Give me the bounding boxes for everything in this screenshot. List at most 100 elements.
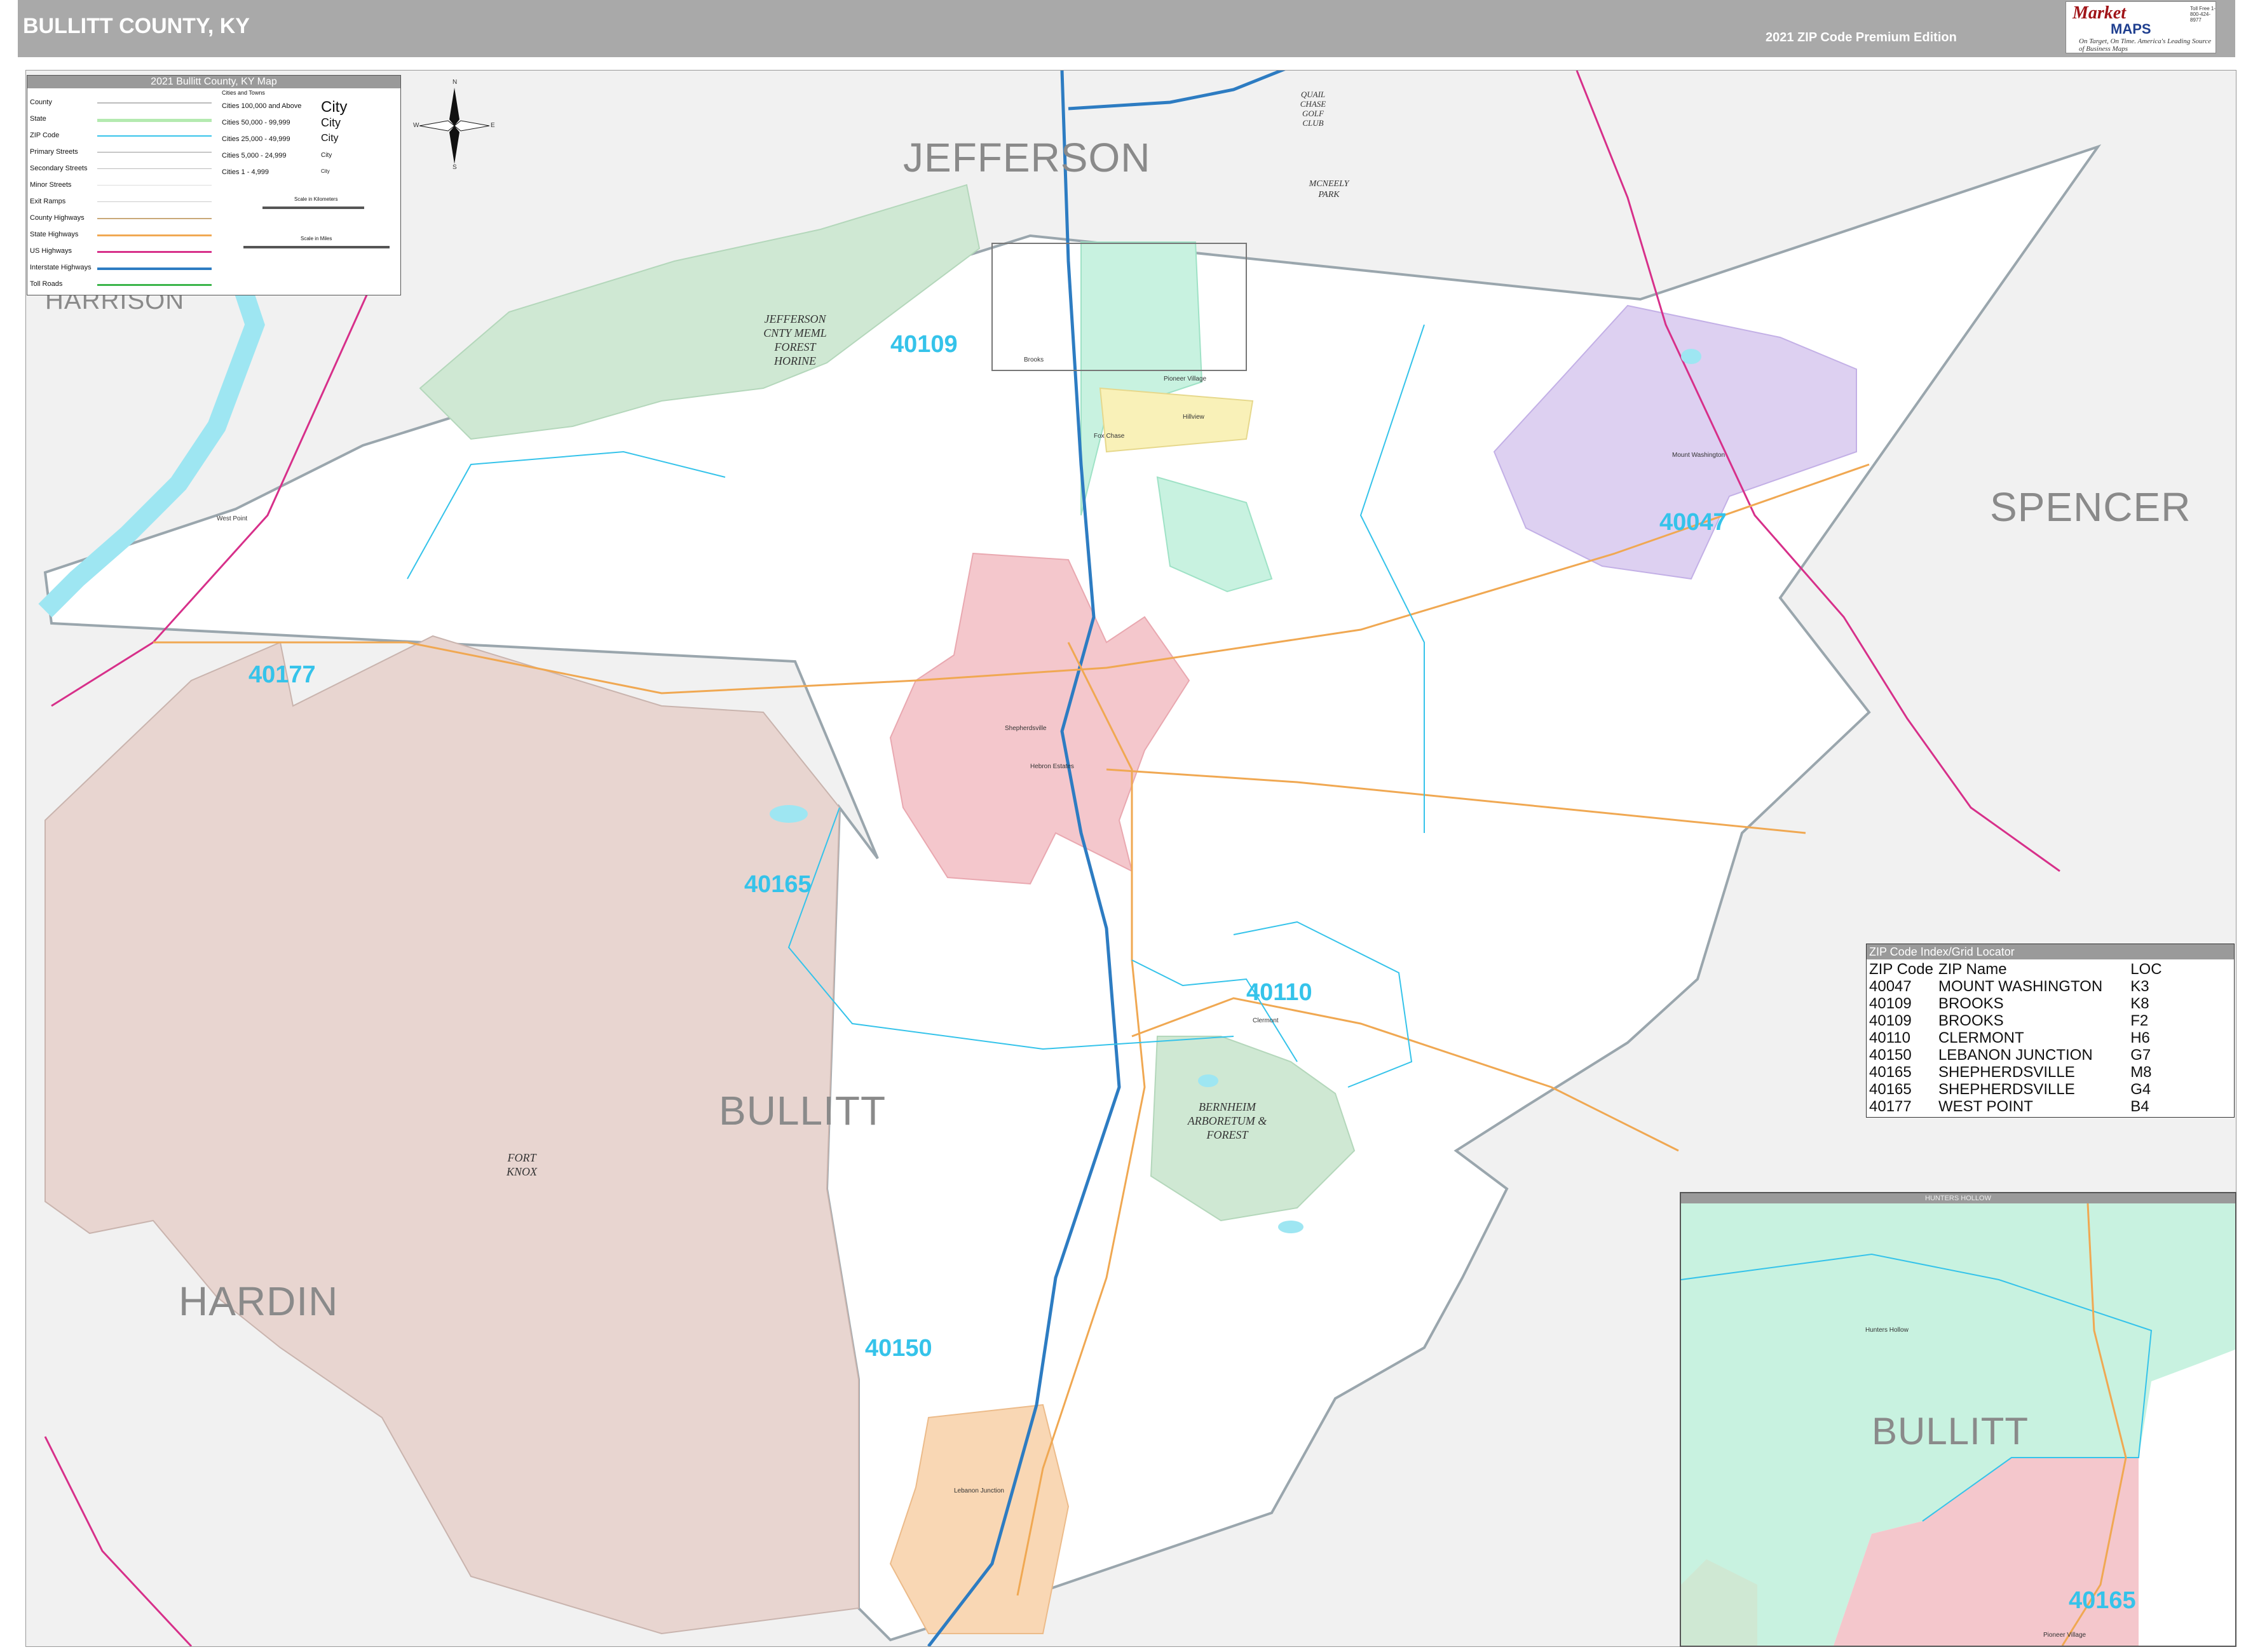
town-label-lebanon-junction: Lebanon Junction <box>954 1487 1004 1494</box>
zip-cell: 40110 <box>1869 1029 1910 1046</box>
zip-name-cell: BROOKS <box>1938 995 2004 1012</box>
legend-scale-mi: Scale in Miles <box>301 236 332 241</box>
legend-city-tier: Cities 100,000 and Above <box>222 102 302 110</box>
inset-map-hunters-hollow[interactable]: HUNTERS HOLLOW BULLITT 40165 Hunters Hol… <box>1680 1192 2236 1647</box>
town-label-shepherdsville: Shepherdsville <box>1005 725 1047 732</box>
town-label-hillview: Hillview <box>1183 414 1204 421</box>
zip-name-cell: LEBANON JUNCTION <box>1938 1046 2093 1064</box>
lake-3 <box>1278 1221 1303 1233</box>
zip-index-title: ZIP Code Index/Grid Locator <box>1867 944 2234 959</box>
town-label-hebron-estates: Hebron Estates <box>1030 763 1074 770</box>
loc-cell: G7 <box>2130 1046 2151 1064</box>
legend-swatch-us-hwy <box>97 251 212 253</box>
legend-swatch-county <box>97 102 212 104</box>
legend-city-sample: City <box>321 116 341 129</box>
legend-swatch-state <box>97 119 212 122</box>
compass-s: S <box>453 164 457 171</box>
legend-swatch-state-hwy <box>97 234 212 236</box>
zip-index-header-row: ZIP Code ZIP Name LOC <box>1867 961 2165 978</box>
legend-city-tier: Cities 25,000 - 49,999 <box>222 135 290 143</box>
park-label-mcneely: MCNEELY PARK <box>1309 179 1349 200</box>
header-bar: BULLITT COUNTY, KY 2021 ZIP Code Premium… <box>18 0 2235 57</box>
zip-cell: 40109 <box>1869 995 1912 1012</box>
loc-cell: B4 <box>2130 1098 2149 1115</box>
town-label-fox-chase: Fox Chase <box>1094 433 1125 440</box>
zip-index-table: ZIP Code ZIP Name LOC 40047 MOUNT WASHIN… <box>1867 961 2165 1115</box>
legend-city-sample: City <box>321 98 348 116</box>
legend-item: US Highways <box>30 247 72 255</box>
legend-item: Interstate Highways <box>30 264 92 271</box>
zip-label-40047: 40047 <box>1659 509 1727 536</box>
legend-city-sample: City <box>321 168 330 174</box>
town-label-clermont: Clermont <box>1253 1017 1279 1024</box>
legend-scale-mi-bar <box>243 246 390 248</box>
edition-label: 2021 ZIP Code Premium Edition <box>1766 30 1957 44</box>
inset-title: HUNTERS HOLLOW <box>1681 1193 2235 1203</box>
inset-county-label: BULLITT <box>1872 1410 2029 1452</box>
zip-cell: 40109 <box>1869 1012 1912 1029</box>
legend-swatch-ramps <box>97 201 212 202</box>
zip-cell: 40165 <box>1869 1081 1912 1098</box>
zip-index-header: ZIP Code <box>1869 961 1933 978</box>
fort-knox-area <box>44 635 859 1635</box>
legend-item: Secondary Streets <box>30 165 88 172</box>
loc-cell: K3 <box>2130 978 2149 995</box>
legend-scale-km: Scale in Kilometers <box>294 196 338 202</box>
table-row: 40110 CLERMONT H6 <box>1867 1029 2165 1046</box>
zip-name-cell: SHEPHERDSVILLE <box>1938 1064 2075 1081</box>
lake-2 <box>1198 1074 1218 1087</box>
legend-title: 2021 Bullitt County, KY Map <box>27 76 400 88</box>
compass-rose: N S E W <box>413 79 496 171</box>
lake-1 <box>770 805 808 823</box>
town-label-mount-washington: Mount Washington <box>1672 452 1725 459</box>
loc-cell: K8 <box>2130 995 2149 1012</box>
legend-swatch-toll <box>97 284 212 286</box>
town-label-brooks: Brooks <box>1024 356 1044 363</box>
table-row: 40047 MOUNT WASHINGTON K3 <box>1867 978 2165 995</box>
county-label-hardin: HARDIN <box>179 1278 339 1324</box>
map-legend: 2021 Bullitt County, KY Map County State… <box>27 75 401 295</box>
legend-item: Minor Streets <box>30 181 72 189</box>
inset-zip-label: 40165 <box>2069 1587 2136 1614</box>
legend-item: County <box>30 98 52 106</box>
legend-city-tier: Cities 50,000 - 99,999 <box>222 119 290 126</box>
loc-cell: M8 <box>2130 1064 2152 1081</box>
compass-w: W <box>413 122 419 129</box>
legend-item: County Highways <box>30 214 85 222</box>
compass-n: N <box>453 79 458 86</box>
legend-item: State Highways <box>30 231 79 238</box>
zip-cell: 40177 <box>1869 1098 1912 1115</box>
zip-name-cell: WEST POINT <box>1938 1098 2033 1115</box>
inset-place-label: Hunters Hollow <box>1865 1327 1909 1334</box>
zip-cell: 40150 <box>1869 1046 1912 1064</box>
county-label-spencer: SPENCER <box>1990 484 2191 530</box>
zip-index-header: ZIP Name <box>1938 961 2007 978</box>
legend-swatch-secondary <box>97 168 212 169</box>
legend-item: Exit Ramps <box>30 198 66 205</box>
legend-swatch-minor <box>97 185 212 186</box>
county-label-jefferson: JEFFERSON <box>903 135 1151 180</box>
zip-name-cell: MOUNT WASHINGTON <box>1938 978 2103 995</box>
park-label-quail-chase: QUAIL CHASE GOLF CLUB <box>1300 90 1326 128</box>
lake-4 <box>1681 349 1701 364</box>
table-row: 40109 BROOKS K8 <box>1867 995 2165 1012</box>
table-row: 40165 SHEPHERDSVILLE G4 <box>1867 1081 2165 1098</box>
legend-swatch-zip <box>97 135 212 137</box>
legend-city-sample: City <box>321 133 339 144</box>
zip-index-header: LOC <box>2130 961 2162 978</box>
legend-item: ZIP Code <box>30 132 60 139</box>
legend-item: Toll Roads <box>30 280 63 288</box>
zip-label-40109: 40109 <box>890 331 958 358</box>
logo-sub: MAPS <box>2111 21 2151 37</box>
county-label-bullitt: BULLITT <box>719 1088 887 1134</box>
park-label-jefferson-forest: JEFFERSON CNTY MEML FOREST HORINE <box>763 313 827 367</box>
legend-item: Primary Streets <box>30 148 78 156</box>
loc-cell: G4 <box>2130 1081 2151 1098</box>
loc-cell: F2 <box>2130 1012 2149 1029</box>
loc-cell: H6 <box>2130 1029 2150 1046</box>
table-row: 40109 BROOKS F2 <box>1867 1012 2165 1029</box>
legend-city-sample: City <box>321 152 332 159</box>
legend-city-tier: Cities 1 - 4,999 <box>222 168 269 176</box>
legend-cities-header: Cities and Towns <box>222 90 265 96</box>
us-highway-south <box>44 1436 193 1646</box>
